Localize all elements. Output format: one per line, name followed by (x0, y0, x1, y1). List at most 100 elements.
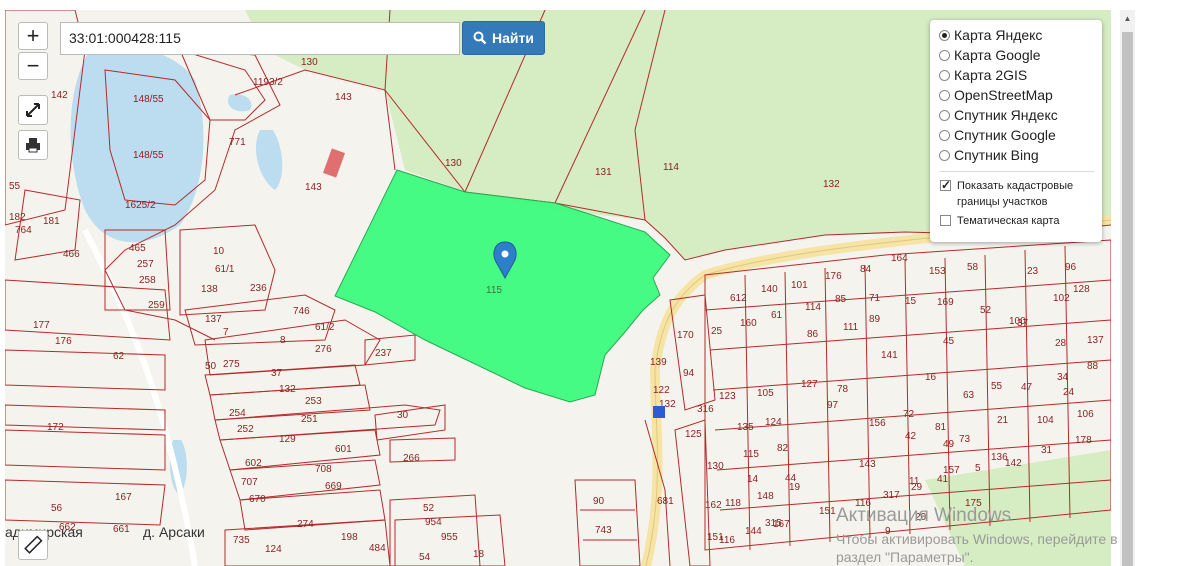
parcel-number-label: 172 (47, 422, 64, 433)
zoom-in-button[interactable]: + (18, 22, 48, 50)
parcel-number-label: 123 (719, 391, 736, 402)
layer-option-google-satellite[interactable]: Спутник Google (939, 125, 1102, 145)
search-icon (473, 31, 487, 45)
parcel-number-label: 85 (835, 294, 847, 305)
parcel-number-label: 153 (929, 266, 946, 277)
parcel-number-label: 135 (737, 422, 754, 433)
parcel-number-label: 136 (991, 452, 1008, 463)
layer-option-openstreetmap[interactable]: OpenStreetMap (939, 85, 1102, 105)
parcel-number-label: 71 (869, 293, 881, 304)
parcel-number-label: 7 (223, 327, 229, 338)
parcel-number-label: 49 (943, 439, 955, 450)
parcel-number-label: 10 (213, 246, 225, 257)
parcel-number-label: 41 (937, 474, 949, 485)
parcel-number-label: 1193/2 (253, 77, 283, 88)
parcel-number-label: 669 (325, 481, 342, 492)
parcel-number-label: 61/1 (215, 264, 235, 275)
parcel-number-label: 1625/2 (125, 200, 156, 211)
radio-button[interactable] (939, 49, 950, 61)
parcel-number-label: 100 (1009, 316, 1026, 327)
parcel-number-label: 56 (51, 503, 63, 514)
parcel-number-label: 81 (935, 422, 947, 433)
parcel-number-label: 252 (237, 424, 254, 435)
parcel-number-label: 128 (1073, 284, 1090, 295)
highlighted-parcel-label: 115 (486, 285, 502, 296)
checkbox[interactable] (940, 215, 951, 226)
parcel-number-label: 764 (15, 225, 32, 236)
radio-button[interactable] (939, 149, 950, 161)
parcel-number-label: 251 (301, 414, 318, 425)
parcel-number-label: 661 (113, 524, 130, 535)
parcel-number-label: 102 (1053, 293, 1070, 304)
parcel-number-label: 116 (719, 535, 735, 546)
overlay-thematic-map[interactable]: Тематическая карта (939, 213, 1102, 229)
parcel-number-label: 25 (711, 326, 723, 337)
parcel-number-label: 114 (805, 302, 821, 313)
divider (939, 171, 1094, 172)
radio-button[interactable] (939, 69, 950, 81)
parcel-number-label: 144 (745, 526, 762, 537)
radio-button[interactable] (939, 29, 950, 41)
layer-option-yandex-satellite[interactable]: Спутник Яндекс (939, 105, 1102, 125)
parcel-number-label: 14 (747, 474, 759, 485)
parcel-number-label: 177 (33, 320, 50, 331)
parcel-number-label: 130 (445, 158, 462, 169)
parcel-number-label: 746 (293, 306, 310, 317)
print-button[interactable] (18, 130, 48, 160)
parcel-number-label: 169 (937, 297, 954, 308)
parcel-number-label: 54 (419, 552, 431, 563)
layer-option-google-map[interactable]: Карта Google (939, 45, 1102, 65)
parcel-number-label: 156 (869, 418, 886, 429)
ruler-icon (24, 535, 43, 554)
checkbox[interactable] (940, 177, 951, 193)
parcel-number-label: 55 (991, 381, 1003, 392)
parcel-number-label: 167 (115, 492, 132, 503)
radio-button[interactable] (939, 129, 950, 141)
layer-option-2gis-map[interactable]: Карта 2GIS (939, 65, 1102, 85)
parcel-number-label: 176 (825, 271, 842, 282)
search-button[interactable]: Найти (462, 21, 545, 55)
parcel-number-label: 601 (335, 444, 352, 455)
parcel-number-label: 955 (441, 532, 458, 543)
parcel-number-label: 94 (683, 368, 695, 379)
parcel-number-label: 78 (837, 384, 849, 395)
parcel-number-label: 101 (791, 280, 808, 291)
search-input[interactable]: 33:01:000428:115 (60, 22, 460, 55)
zoom-out-button[interactable]: − (18, 52, 48, 80)
parcel-number-label: 164 (891, 253, 908, 264)
parcel-number-label: 130 (301, 57, 318, 68)
parcel-number-label: 19 (789, 482, 801, 493)
parcel-number-label: 127 (801, 379, 818, 390)
parcel-number-label: 182 (9, 212, 26, 223)
parcel-number-label: 52 (980, 305, 992, 316)
parcel-number-label: 88 (1087, 361, 1099, 372)
search-button-label: Найти (492, 30, 534, 46)
parcel-number-label: 86 (807, 329, 819, 340)
overlay-cadastral-boundaries[interactable]: Показать кадастровые границы участков (939, 177, 1102, 210)
parcel-number-label: 142 (51, 90, 68, 101)
parcel-number-label: 129 (279, 434, 296, 445)
parcel-number-label: 258 (139, 275, 156, 286)
scroll-up-arrow-icon[interactable]: ▲ (1120, 10, 1135, 27)
fullscreen-button[interactable] (18, 95, 48, 125)
parcel-number-label: 73 (959, 434, 971, 445)
parcel-number-label: 139 (650, 357, 667, 368)
parcel-number-label: 137 (1087, 335, 1104, 346)
radio-button[interactable] (939, 109, 950, 121)
page-scrollbar-thumb[interactable] (1122, 32, 1133, 566)
parcel-number-label: 122 (653, 385, 670, 396)
parcel-number-label: 275 (223, 359, 240, 370)
layer-option-bing-satellite[interactable]: Спутник Bing (939, 145, 1102, 165)
expand-icon (26, 103, 40, 117)
parcel-number-label: 111 (843, 322, 859, 333)
layer-option-label: Карта Google (954, 47, 1041, 63)
bus-stop-icon (653, 406, 665, 418)
layer-option-label: Спутник Google (954, 127, 1056, 143)
parcel-boundary (389, 437, 456, 463)
radio-button[interactable] (939, 89, 950, 101)
measure-button[interactable] (18, 530, 48, 560)
layer-option-yandex-map[interactable]: Карта Яндекс (939, 25, 1102, 45)
watermark-subtitle: Чтобы активировать Windows, перейдите в … (836, 531, 1118, 565)
parcel-boundary (5, 479, 166, 526)
parcel-number-label: 315 (765, 518, 782, 529)
